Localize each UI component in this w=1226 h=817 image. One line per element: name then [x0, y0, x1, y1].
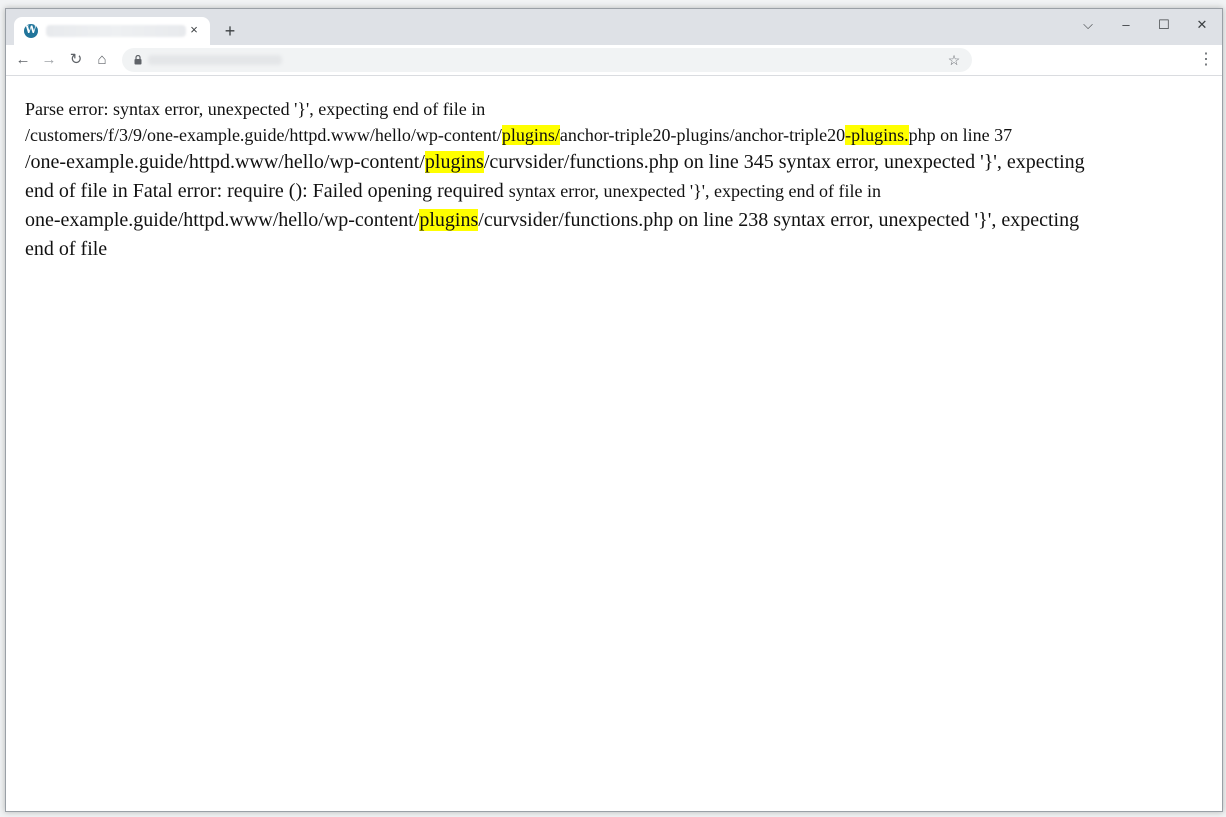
page-viewport: Parse error: syntax error, unexpected '}…	[6, 76, 1222, 811]
error-text: Parse error: syntax error, unexpected '}…	[25, 99, 486, 119]
tab-search-icon[interactable]: ⌵	[1070, 13, 1106, 37]
tab-title-blurred	[46, 25, 186, 37]
error-text: /curvsider/functions.php on line 238 syn…	[478, 209, 1080, 231]
error-line-2: /customers/f/3/9/one-example.guide/httpd…	[25, 122, 1195, 148]
search-highlight: plugins	[419, 209, 479, 231]
error-line-5: one-example.guide/httpd.www/hello/wp-con…	[25, 206, 1195, 235]
search-highlight: plugins	[424, 151, 484, 173]
close-tab-icon[interactable]: ×	[186, 22, 202, 38]
search-highlight: plugins/	[501, 125, 560, 145]
new-tab-button[interactable]: +	[220, 21, 240, 41]
error-message: Parse error: syntax error, unexpected '}…	[25, 96, 1195, 264]
error-line-4: end of file in Fatal error: require (): …	[25, 177, 1195, 206]
forward-button[interactable]: →	[38, 49, 60, 71]
error-text: end of file	[25, 238, 108, 260]
close-window-button[interactable]: ✕	[1184, 13, 1220, 37]
back-button[interactable]: ←	[12, 49, 34, 71]
browser-window: W × + ⌵ – ☐ ✕ ← → ↻ ⌂ ☆ ⋮ Parse error: s…	[5, 8, 1223, 812]
reload-button[interactable]: ↻	[65, 49, 87, 71]
browser-menu-icon[interactable]: ⋮	[1198, 49, 1214, 71]
error-text: /curvsider/functions.php on line 345 syn…	[483, 151, 1085, 173]
error-text: php on line 37	[908, 125, 1013, 145]
error-text: /customers/f/3/9/one-example.guide/httpd…	[25, 125, 502, 145]
error-line-3: /one-example.guide/httpd.www/hello/wp-co…	[25, 148, 1195, 177]
browser-tab[interactable]: W ×	[14, 17, 210, 45]
tab-strip: W × + ⌵ – ☐ ✕	[6, 9, 1222, 45]
minimize-button[interactable]: –	[1108, 13, 1144, 37]
error-line-6: end of file	[25, 235, 1195, 264]
search-highlight: -plugins.	[845, 125, 909, 145]
error-text: anchor-triple20-plugins/anchor-triple20	[559, 125, 846, 145]
url-text-blurred	[148, 55, 282, 65]
wordpress-icon: W	[24, 24, 38, 38]
error-text: /one-example.guide/httpd.www/hello/wp-co…	[25, 151, 425, 173]
error-text: end of file in Fatal error: require (): …	[25, 180, 509, 202]
maximize-button[interactable]: ☐	[1146, 13, 1182, 37]
address-bar[interactable]: ☆	[122, 48, 972, 72]
error-text: syntax error, unexpected '}', expecting …	[508, 181, 881, 201]
lock-icon	[134, 55, 142, 65]
error-line-1: Parse error: syntax error, unexpected '}…	[25, 96, 1195, 122]
error-text: one-example.guide/httpd.www/hello/wp-con…	[25, 209, 420, 231]
browser-toolbar: ← → ↻ ⌂ ☆ ⋮	[6, 45, 1222, 76]
home-button[interactable]: ⌂	[91, 49, 113, 71]
bookmark-star-icon[interactable]: ☆	[944, 50, 964, 70]
